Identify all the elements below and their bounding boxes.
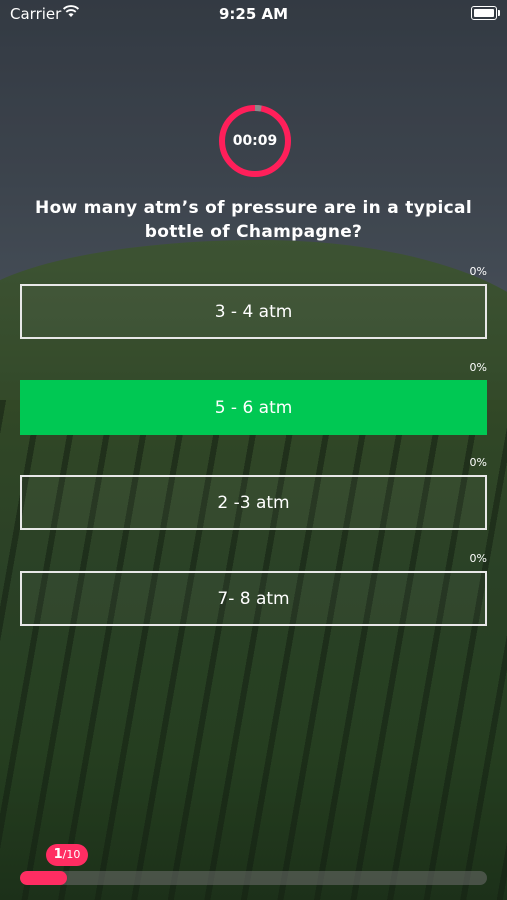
answer-2-label: 5 - 6 atm	[214, 397, 293, 418]
total-questions: /10	[62, 848, 81, 861]
status-bar: Carrier 9:25 AM	[0, 0, 507, 28]
battery-icon	[471, 6, 500, 20]
answer-1-percent: 0%	[469, 265, 487, 278]
answer-4-label: 7- 8 atm	[217, 588, 290, 609]
clock: 9:25 AM	[218, 5, 289, 23]
answer-option-3[interactable]: 2 -3 atm	[20, 475, 487, 530]
answer-4-percent: 0%	[469, 552, 487, 565]
question-counter-badge: 1/10	[46, 844, 88, 866]
question-text: How many atm’s of pressure are in a typi…	[35, 198, 472, 242]
answer-2-percent: 0%	[469, 361, 487, 374]
answer-option-4[interactable]: 7- 8 atm	[20, 571, 487, 626]
current-question-number: 1	[53, 847, 63, 862]
answer-option-2[interactable]: 5 - 6 atm	[20, 380, 487, 435]
quiz-progress-bar	[20, 871, 487, 885]
answer-1-label: 3 - 4 atm	[214, 301, 293, 322]
timer-label: 00:09	[232, 133, 278, 149]
quiz-progress-fill	[20, 871, 67, 885]
answer-3-percent: 0%	[469, 456, 487, 469]
countdown-timer: 00:09	[217, 103, 293, 179]
answer-3-label: 2 -3 atm	[217, 492, 290, 513]
answer-option-1[interactable]: 3 - 4 atm	[20, 284, 487, 339]
